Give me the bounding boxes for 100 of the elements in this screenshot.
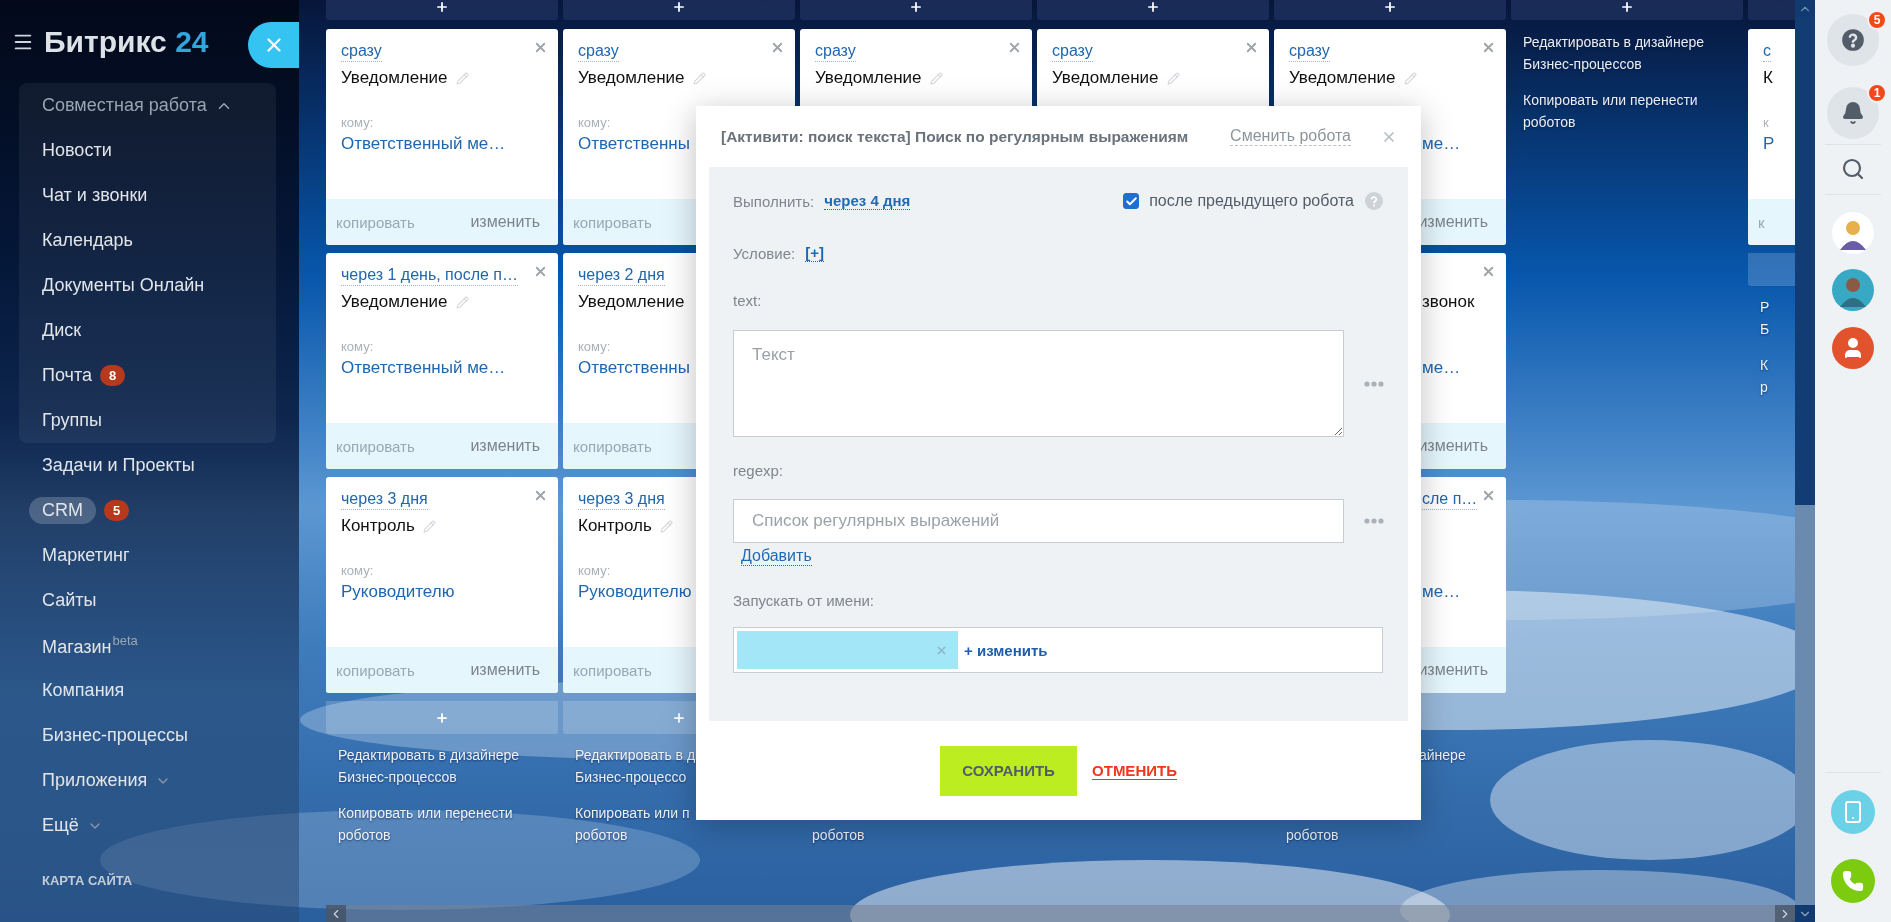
text-field[interactable]: Список регулярных выражений [733, 499, 1345, 543]
pencil-icon[interactable] [659, 519, 673, 533]
scroll-thumb[interactable] [1795, 17, 1815, 505]
recipient-link[interactable]: Р [1763, 134, 1775, 154]
recipient-link[interactable]: ме… [1422, 358, 1461, 378]
nav-item[interactable]: Компания [42, 677, 125, 704]
remove-icon[interactable] [935, 643, 948, 657]
nav-item[interactable]: Маркетинг [42, 542, 130, 569]
nav-item[interactable]: Совместная работа [42, 92, 207, 119]
nav-item[interactable]: Сайты [42, 587, 97, 614]
nav-item[interactable]: Задачи и Проекты [42, 452, 195, 479]
action-link[interactable]: Копировать или перенести роботов [326, 802, 513, 846]
pencil-icon[interactable] [692, 71, 706, 85]
delay-link[interactable]: сразу [1289, 40, 1330, 62]
edit-link[interactable]: изменить [470, 661, 540, 679]
nav-item[interactable]: Почта [42, 362, 92, 389]
close-icon[interactable] [533, 264, 548, 279]
delay-link[interactable]: через 3 дня [578, 488, 665, 510]
edit-link[interactable]: изменить [470, 213, 540, 231]
save-button[interactable]: СОХРАНИТЬ [940, 745, 1078, 796]
close-icon[interactable] [533, 488, 548, 503]
delay-link[interactable]: сле п… [1422, 488, 1478, 510]
more-icon[interactable] [1364, 380, 1384, 387]
delay-link[interactable]: сразу [341, 40, 382, 62]
change-user-link[interactable]: + изменить [964, 641, 1048, 659]
help-button[interactable] [1827, 14, 1879, 66]
action-link[interactable]: Р Б [1748, 296, 1770, 340]
search-icon[interactable] [1841, 157, 1865, 181]
more-icon[interactable] [1364, 518, 1384, 524]
robot-title: Уведомление [578, 68, 685, 88]
nav-item[interactable]: Ещё [42, 812, 79, 839]
cloud-phone-button[interactable] [1831, 790, 1875, 834]
close-icon[interactable] [1007, 40, 1022, 55]
recipient-link[interactable]: Руководителю [341, 582, 455, 602]
user-selector[interactable]: + изменить [733, 627, 1383, 673]
cancel-link[interactable]: ОТМЕНИТЬ [1092, 761, 1177, 780]
action-link[interactable]: Редактировать в д Бизнес-процессо [563, 744, 696, 788]
delay-link[interactable]: через 1 день, после п… [341, 264, 518, 286]
avatar[interactable] [1832, 269, 1874, 311]
close-icon[interactable] [1481, 40, 1496, 55]
recipient-link[interactable]: Ответственны [578, 134, 690, 154]
horizontal-scrollbar[interactable] [326, 905, 1795, 922]
add-condition-link[interactable]: [+] [805, 244, 824, 262]
delay-link[interactable]: с [1763, 40, 1771, 62]
add-link[interactable]: Добавить [741, 546, 812, 566]
delay-link[interactable]: сразу [578, 40, 619, 62]
action-link[interactable]: Редактировать в дизайнере Бизнес-процессов [1511, 31, 1705, 75]
action-link[interactable]: Редактировать в дизайнере Бизнес-процессов [326, 744, 520, 788]
edit-link[interactable]: изменить [1418, 437, 1488, 455]
vertical-scrollbar[interactable] [1795, 0, 1815, 922]
avatar[interactable] [1832, 327, 1874, 369]
close-icon[interactable] [1244, 40, 1259, 55]
recipient-link[interactable]: ме… [1422, 134, 1461, 154]
delay-link[interactable]: через 2 дня [578, 264, 665, 286]
nav-item[interactable]: Диск [42, 317, 82, 344]
nav-item[interactable]: Группы [42, 407, 102, 434]
action-link[interactable]: Копировать или перенести роботов [1511, 89, 1698, 133]
recipient-link[interactable]: Руководителю [578, 582, 692, 602]
pencil-icon[interactable] [422, 519, 436, 533]
recipient-link[interactable]: ме… [1422, 582, 1461, 602]
nav-item[interactable]: Чат и звонки [42, 182, 148, 209]
checkbox[interactable] [1123, 193, 1140, 209]
delay-link[interactable]: через 4 дня [824, 192, 911, 210]
sitemap-link[interactable]: КАРТА САЙТА [42, 873, 299, 888]
recipient-link[interactable]: Ответственный ме… [341, 358, 506, 378]
text-field[interactable]: Текст [733, 330, 1345, 437]
notifications-button[interactable] [1827, 87, 1879, 139]
close-icon[interactable] [770, 40, 785, 55]
help-icon[interactable] [1364, 191, 1384, 211]
pencil-icon[interactable] [1166, 71, 1180, 85]
nav-item[interactable]: Новости [42, 137, 112, 164]
pencil-icon[interactable] [1403, 71, 1417, 85]
nav-item[interactable]: Бизнес-процессы [42, 722, 188, 749]
action-link[interactable]: К р [1748, 354, 1769, 398]
edit-link[interactable]: изменить [470, 437, 540, 455]
delay-link[interactable]: сразу [1052, 40, 1093, 62]
change-robot-link[interactable]: Сменить робота [1230, 127, 1351, 146]
delay-link[interactable]: сразу [815, 40, 856, 62]
call-button[interactable] [1831, 859, 1875, 903]
close-button[interactable] [248, 22, 299, 68]
delay-link[interactable]: через 3 дня [341, 488, 428, 510]
help-icon [1840, 27, 1866, 53]
nav-item[interactable]: Магазин$^{beta}$ [42, 630, 138, 661]
edit-link[interactable]: изменить [1418, 661, 1488, 679]
close-icon[interactable] [1481, 488, 1496, 503]
close-icon[interactable] [1481, 264, 1496, 279]
recipient-link[interactable]: Ответственны [578, 358, 690, 378]
nav-item[interactable]: CRM [29, 497, 96, 524]
nav-item[interactable]: Документы Онлайн [42, 272, 205, 299]
pencil-icon[interactable] [455, 71, 469, 85]
action-link[interactable]: Копировать или п роботов [563, 802, 690, 846]
field-label: text: [733, 291, 762, 309]
avatar[interactable] [1832, 212, 1874, 254]
nav-item[interactable]: Приложения [42, 767, 148, 794]
recipient-link[interactable]: Ответственный ме… [341, 134, 506, 154]
pencil-icon[interactable] [929, 71, 943, 85]
nav-item[interactable]: Календарь [42, 227, 133, 254]
edit-link[interactable]: изменить [1418, 213, 1488, 231]
close-icon[interactable] [533, 40, 548, 55]
pencil-icon[interactable] [455, 295, 469, 309]
